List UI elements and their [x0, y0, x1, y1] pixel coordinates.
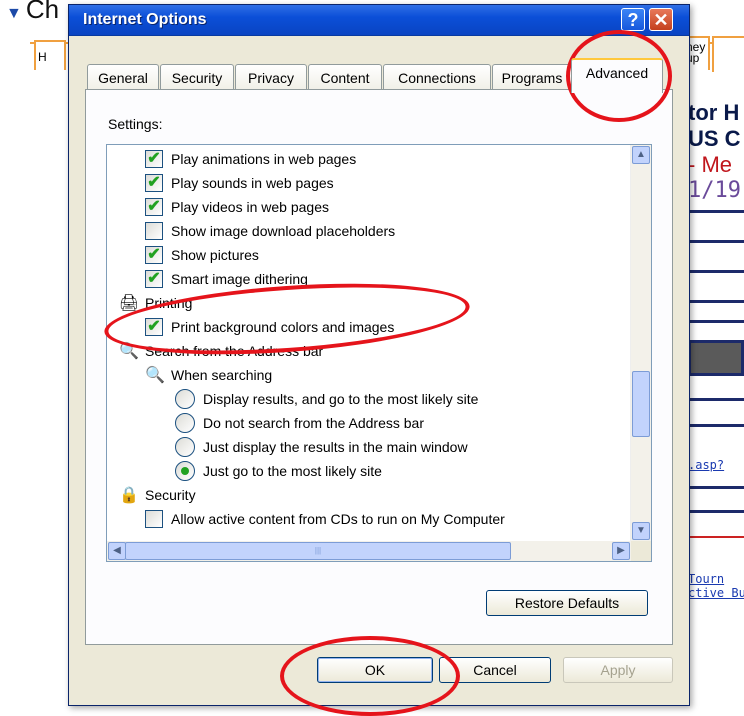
ok-button[interactable]: OK — [317, 657, 433, 683]
background-line-2: US C — [688, 126, 741, 151]
settings-label: Settings: — [108, 116, 163, 132]
background-page-title: ▼ Ch — [6, 0, 60, 24]
background-divider — [688, 486, 744, 489]
tab-advanced[interactable]: Advanced — [571, 58, 663, 93]
close-icon[interactable]: ✕ — [649, 8, 673, 31]
scroll-right-icon[interactable]: ▶ — [612, 542, 630, 560]
horizontal-scrollbar[interactable]: ◀ ||| ▶ — [107, 541, 631, 561]
search-icon: 🔍 — [119, 343, 139, 360]
settings-listbox[interactable]: ✔ Play animations in web pages ✔ Play soun… — [106, 144, 652, 562]
checkbox[interactable] — [145, 222, 163, 240]
background-divider — [688, 270, 744, 273]
restore-defaults-button[interactable]: Restore Defaults — [486, 590, 648, 616]
background-line-4: 1/19 — [688, 178, 741, 203]
vertical-scroll-thumb[interactable] — [632, 371, 650, 437]
lock-icon: 🔒 — [119, 487, 139, 504]
checkbox[interactable]: ✔ — [145, 270, 163, 288]
background-divider — [688, 240, 744, 243]
background-divider — [688, 320, 744, 323]
setting-allow-cd-content[interactable]: Allow active content from CDs to run on … — [145, 507, 505, 531]
background-gray-bar — [688, 340, 744, 376]
background-link-active[interactable]: ctive Bu — [688, 586, 744, 600]
background-divider — [688, 510, 744, 513]
checkbox[interactable]: ✔ — [145, 198, 163, 216]
radio-display-results[interactable]: Display results, and go to the most like… — [175, 387, 478, 411]
setting-smart-dithering[interactable]: ✔ Smart image dithering — [145, 267, 308, 291]
tab-connections[interactable]: Connections — [383, 64, 491, 91]
background-divider — [688, 398, 744, 401]
background-link-asp[interactable]: .asp? — [688, 458, 724, 472]
scrollbar-corner — [631, 541, 651, 561]
checkbox[interactable]: ✔ — [145, 174, 163, 192]
scroll-up-icon[interactable]: ▲ — [632, 146, 650, 164]
checkbox[interactable]: ✔ — [145, 246, 163, 264]
setting-print-background[interactable]: ✔ Print background colors and images — [145, 315, 394, 339]
tab-content[interactable]: Content — [308, 64, 382, 91]
radio-go-most-likely[interactable]: Just go to the most likely site — [175, 459, 382, 483]
radio-button[interactable] — [175, 461, 195, 481]
printer-icon: 🖨 — [118, 295, 140, 312]
apply-button[interactable]: Apply — [563, 657, 673, 683]
radio-button[interactable] — [175, 413, 195, 433]
tab-security[interactable]: Security — [160, 64, 234, 91]
setting-play-animations[interactable]: ✔ Play animations in web pages — [145, 147, 356, 171]
radio-do-not-search[interactable]: Do not search from the Address bar — [175, 411, 424, 435]
background-side-text: tor H US C - Me 1/19 — [688, 100, 744, 204]
dialog-titlebar[interactable]: Internet Options ? ✕ — [69, 5, 689, 36]
horizontal-scroll-thumb[interactable]: ||| — [125, 542, 511, 560]
radio-button[interactable] — [175, 389, 195, 409]
tab-general[interactable]: General — [87, 64, 159, 91]
scroll-left-icon[interactable]: ◀ — [108, 542, 126, 560]
dialog-title: Internet Options — [83, 11, 207, 28]
tab-privacy[interactable]: Privacy — [235, 64, 307, 91]
background-tab-next[interactable] — [712, 36, 744, 72]
vertical-scrollbar[interactable]: ▲ ▼ — [630, 145, 651, 541]
help-icon[interactable]: ? — [621, 8, 645, 31]
background-red-line — [688, 536, 744, 538]
background-line-1: tor H — [688, 100, 740, 125]
group-security: 🔒 Security — [119, 487, 196, 504]
radio-display-main-window[interactable]: Just display the results in the main win… — [175, 435, 468, 459]
background-divider — [688, 424, 744, 427]
scroll-down-icon[interactable]: ▼ — [632, 522, 650, 540]
group-when-searching: 🔍 When searching — [145, 367, 273, 384]
radio-selected-dot — [181, 467, 189, 475]
background-line-3: - Me — [688, 152, 732, 177]
setting-show-pictures[interactable]: ✔ Show pictures — [145, 243, 259, 267]
setting-image-placeholders[interactable]: Show image download placeholders — [145, 219, 395, 243]
cancel-button[interactable]: Cancel — [439, 657, 551, 683]
checkbox[interactable]: ✔ — [145, 318, 163, 336]
radio-button[interactable] — [175, 437, 195, 457]
group-printing: 🖨 Printing — [118, 295, 193, 312]
arrow-icon: ▼ — [6, 5, 22, 22]
setting-play-sounds[interactable]: ✔ Play sounds in web pages — [145, 171, 334, 195]
background-divider — [688, 210, 744, 213]
tab-programs[interactable]: Programs — [492, 64, 572, 91]
checkbox[interactable] — [145, 510, 163, 528]
advanced-panel: Settings: ✔ Play animations in web pages … — [85, 89, 673, 645]
background-divider — [688, 300, 744, 303]
background-tab-left[interactable]: H — [34, 40, 66, 70]
internet-options-dialog: Internet Options ? ✕ General Security Pr… — [68, 4, 690, 706]
setting-play-videos[interactable]: ✔ Play videos in web pages — [145, 195, 329, 219]
background-link-tourn[interactable]: Tourn — [688, 572, 724, 586]
group-search-address-bar: 🔍 Search from the Address bar — [119, 343, 324, 360]
search-icon: 🔍 — [145, 367, 165, 384]
checkbox[interactable]: ✔ — [145, 150, 163, 168]
